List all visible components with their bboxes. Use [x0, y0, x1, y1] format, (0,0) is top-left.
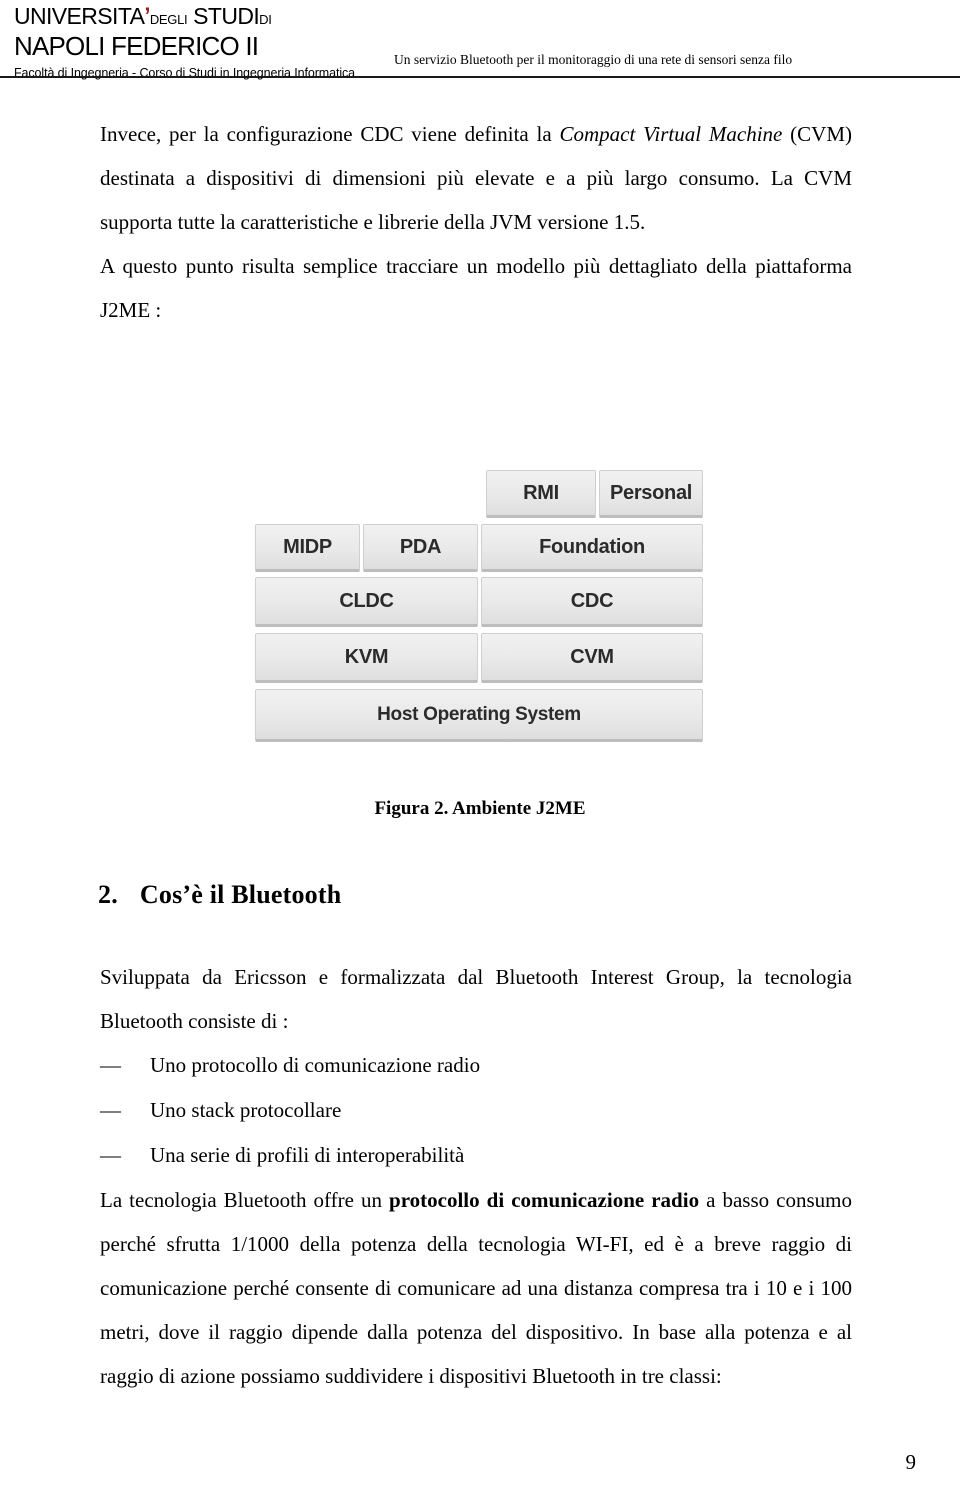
university-name-line2: NAPOLI FEDERICO II	[14, 31, 259, 61]
degli-text: DEGLI	[149, 12, 188, 27]
paragraph-bluetooth-radio-part2: a basso consumo perché sfrutta 1/1000 de…	[100, 1188, 852, 1388]
section-heading-bluetooth: 2. Cos’è il Bluetooth	[98, 880, 858, 910]
di-text: DI	[259, 12, 272, 27]
university-name-line1: UNIVERSITA’DEGLI STUDIDI	[14, 4, 394, 32]
header-divider	[0, 76, 960, 78]
diagram-box-rmi: RMI	[486, 470, 596, 518]
diagram-box-kvm: KVM	[255, 633, 478, 683]
page-number: 9	[905, 1450, 917, 1474]
main-content-bottom: Sviluppata da Ericsson e formalizzata da…	[100, 955, 852, 1398]
bluetooth-components-list: — Uno protocollo di comunicazione radio —…	[100, 1043, 852, 1178]
apostrophe-glyph: ’	[144, 3, 150, 28]
diagram-box-personal: Personal	[599, 470, 703, 518]
figure-caption: Figura 2. Ambiente J2ME	[374, 798, 586, 819]
faculty-line: Facoltà di Ingegneria - Corso di Studi i…	[14, 66, 356, 80]
diagram-box-cvm: CVM	[481, 633, 703, 683]
thesis-title-header: Un servizio Bluetooth per il monitoraggi…	[394, 52, 793, 67]
university-logo: UNIVERSITA’DEGLI STUDIDI NAPOLI FEDERICO…	[14, 4, 394, 81]
diagram-box-foundation: Foundation	[481, 524, 703, 572]
list-item: — Uno protocollo di comunicazione radio	[100, 1043, 852, 1088]
diagram-box-midp: MIDP	[255, 524, 360, 572]
page-header: UNIVERSITA’DEGLI STUDIDI NAPOLI FEDERICO…	[0, 0, 960, 81]
list-item-label: Una serie di profili di interoperabilità	[150, 1143, 465, 1167]
paragraph-j2me-intro: A questo punto risulta semplice tracciar…	[100, 254, 852, 322]
dash-marker-icon: —	[100, 1143, 121, 1167]
diagram-box-pda: PDA	[363, 524, 478, 572]
section-title: Cos’è il Bluetooth	[139, 880, 342, 909]
diagram-box-cldc: CLDC	[255, 577, 478, 627]
diagram-box-host-os: Host Operating System	[255, 689, 703, 742]
list-item: — Uno stack protocollare	[100, 1088, 852, 1133]
paragraph-bluetooth-radio: La tecnologia Bluetooth offre un protoco…	[100, 1178, 852, 1398]
section-number: 2.	[98, 880, 118, 909]
dash-marker-icon: —	[100, 1098, 121, 1122]
list-item-label: Uno stack protocollare	[150, 1098, 342, 1122]
main-content-top: Invece, per la configurazione CDC viene …	[100, 112, 852, 332]
paragraph-cdc-cvm: Invece, per la configurazione CDC viene …	[100, 112, 852, 244]
paragraph-bluetooth-intro: Sviluppata da Ericsson e formalizzata da…	[100, 965, 852, 1033]
protocollo-radio-bold: protocollo di comunicazione radio	[389, 1188, 700, 1212]
compact-virtual-machine-italic: Compact Virtual Machine	[559, 122, 783, 146]
list-item: — Una serie di profili di interoperabilit…	[100, 1133, 852, 1178]
list-item-label: Uno protocollo di comunicazione radio	[150, 1053, 481, 1077]
figure-j2me-architecture: RMI Personal MIDP PDA Foundation CLDC CD…	[0, 464, 960, 774]
paragraph-cdc-cvm-part1: Invece, per la configurazione CDC viene …	[100, 122, 560, 146]
dash-marker-icon: —	[100, 1053, 121, 1077]
studi-text: STUDI	[193, 3, 260, 29]
university-name-main: UNIVERSITA	[14, 3, 145, 29]
diagram-box-cdc: CDC	[481, 577, 703, 627]
paragraph-bluetooth-radio-part1: La tecnologia Bluetooth offre un	[100, 1188, 390, 1212]
